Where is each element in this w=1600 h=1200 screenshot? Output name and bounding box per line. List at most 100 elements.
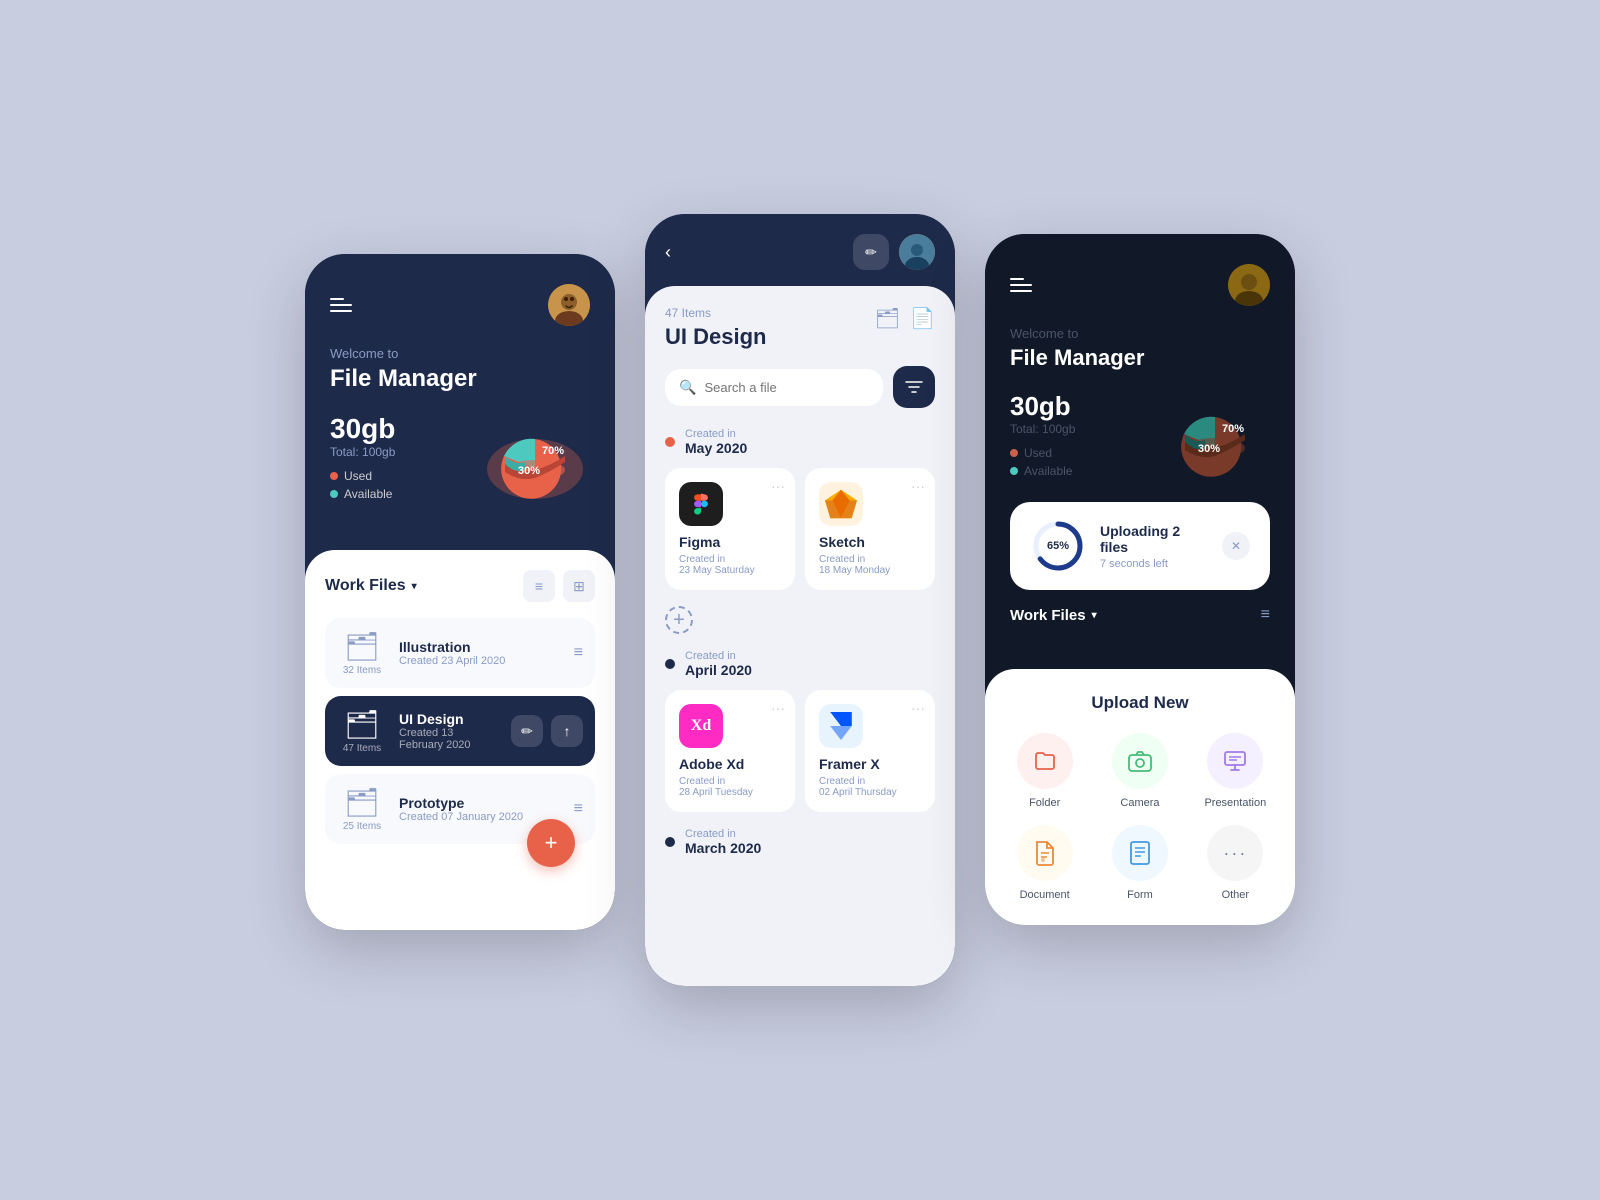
upload-document[interactable]: Document (1005, 825, 1084, 901)
timeline-april-header: Created in April 2020 (665, 650, 935, 678)
work-files-title: Work Files ▾ (325, 577, 417, 595)
action-icons: ✏ ↑ (511, 715, 583, 747)
file-info-proto: Prototype Created 07 January 2020 (399, 795, 562, 823)
phone-3: Welcome to File Manager 30gb Total: 100g… (985, 234, 1295, 925)
xd-date: 28 April Tuesday (679, 787, 781, 798)
card-menu-framer[interactable]: ··· (911, 700, 925, 716)
edit-button[interactable]: ✏ (853, 234, 889, 270)
timeline-march-labels: Created in March 2020 (685, 828, 761, 856)
legend-available: Available (330, 487, 450, 501)
file-card-figma[interactable]: ··· Figma Created in 23 (665, 468, 795, 590)
storage-total: Total: 100gb (330, 445, 450, 459)
file-card-xd[interactable]: ··· Xd Adobe Xd Created in 28 April Tues… (665, 690, 795, 812)
upload-form[interactable]: Form (1100, 825, 1179, 901)
card-menu-xd[interactable]: ··· (771, 700, 785, 716)
file-date-active: Created 13 February 2020 (399, 727, 499, 751)
storage-dark-info: 30gb Total: 100gb Used Available (1010, 391, 1130, 482)
sketch-date: 18 May Monday (819, 565, 921, 576)
upload-title: Uploading 2 files (1100, 523, 1208, 555)
timeline-may-header: Created in May 2020 (665, 428, 935, 456)
chevron-down-icon[interactable]: ▾ (412, 581, 417, 592)
items-count-active: 47 Items (343, 743, 381, 754)
created-in-label: Created in (685, 428, 747, 440)
timeline-may-labels: Created in May 2020 (685, 428, 747, 456)
hamburger-menu[interactable] (330, 298, 352, 312)
avail-dot (330, 490, 338, 498)
framer-date: 02 April Thursday (819, 787, 921, 798)
other-dots-icon: ··· (1223, 843, 1247, 864)
may-month: May 2020 (685, 440, 747, 456)
filter-button[interactable] (893, 366, 935, 408)
folder-icon: 🗂 (344, 630, 380, 663)
presentation-upload-icon-wrap (1207, 733, 1263, 789)
edit-icon[interactable]: ✏ (511, 715, 543, 747)
avatar[interactable] (548, 284, 590, 326)
welcome-dark: Welcome to (1010, 326, 1270, 341)
folder-upload-icon-wrap (1017, 733, 1073, 789)
add-file-button-may[interactable]: + (665, 606, 693, 634)
files-grid-may: ··· Figma Created in 23 (665, 468, 935, 590)
timeline-april-labels: Created in April 2020 (685, 650, 752, 678)
legend-dark-used: Used (1010, 446, 1130, 460)
grid-view-button[interactable]: ⊞ (563, 570, 595, 602)
avatar-phone2[interactable] (899, 234, 935, 270)
card-menu-sketch[interactable]: ··· (911, 478, 925, 494)
folder-type-icon[interactable]: 🗂 (875, 306, 900, 331)
plus-icon: + (545, 830, 558, 856)
pie-chart-1: 70% 30% (470, 414, 590, 504)
chevron-dark-icon[interactable]: ▾ (1092, 610, 1097, 621)
file-type-icon[interactable]: 📄 (910, 306, 935, 331)
timeline-may: Created in May 2020 ··· (665, 428, 935, 634)
figma-name: Figma (679, 534, 781, 550)
timeline-dot-may (665, 437, 675, 447)
add-file-button[interactable]: + (527, 819, 575, 867)
file-card-framer[interactable]: ··· Framer X Created in 02 April Thursda… (805, 690, 935, 812)
document-icon-upload (1034, 840, 1056, 866)
search-input[interactable] (704, 380, 869, 395)
framer-app-icon (819, 704, 863, 748)
framer-created-label: Created in (819, 776, 921, 787)
files-grid-april: ··· Xd Adobe Xd Created in 28 April Tues… (665, 690, 935, 812)
avatar-dark[interactable] (1228, 264, 1270, 306)
upload-other[interactable]: ··· Other (1196, 825, 1275, 901)
folder-title: UI Design (665, 324, 766, 350)
dark-avail-dot (1010, 467, 1018, 475)
card-menu-icon[interactable]: ··· (771, 478, 785, 494)
upload-presentation[interactable]: Presentation (1196, 733, 1275, 809)
file-menu-icon[interactable]: ≡ (574, 644, 583, 662)
svg-text:30%: 30% (518, 465, 540, 477)
list-view-button[interactable]: ≡ (523, 570, 555, 602)
folder-icon-proto: 🗂 (344, 786, 380, 819)
file-name-proto: Prototype (399, 795, 562, 811)
list-icon-dark[interactable]: ≡ (1261, 606, 1270, 624)
file-item-uidesign[interactable]: 🗂 47 Items UI Design Created 13 February… (325, 696, 595, 766)
file-icon-wrap-proto: 🗂 25 Items (337, 786, 387, 832)
storage-dark-section: 30gb Total: 100gb Used Available (1010, 391, 1270, 482)
upload-folder[interactable]: Folder (1005, 733, 1084, 809)
search-bar: 🔍 (665, 366, 935, 408)
share-icon[interactable]: ↑ (551, 715, 583, 747)
folder-icon-upload (1033, 749, 1057, 773)
work-files-dark-header: Work Files ▾ ≡ (1010, 606, 1270, 636)
svg-text:30%: 30% (1198, 443, 1220, 455)
upload-info: Uploading 2 files 7 seconds left (1100, 523, 1208, 570)
hamburger-menu-dark[interactable] (1010, 278, 1032, 292)
phone1-menu-bar (330, 284, 590, 326)
other-upload-icon-wrap: ··· (1207, 825, 1263, 881)
timeline-april: Created in April 2020 ··· Xd Adobe Xd Cr… (665, 650, 935, 812)
close-upload-button[interactable]: ✕ (1222, 532, 1250, 560)
presentation-label: Presentation (1204, 797, 1266, 809)
storage-used: 30gb (330, 413, 450, 445)
folder-icon-active: 🗂 (344, 708, 380, 741)
file-item-illustration[interactable]: 🗂 32 Items Illustration Created 23 April… (325, 618, 595, 688)
file-menu-proto[interactable]: ≡ (574, 800, 583, 818)
filter-icon (905, 379, 923, 395)
back-button[interactable]: ‹ (665, 242, 671, 263)
phone1-files-section: Work Files ▾ ≡ ⊞ 🗂 32 Items Illustration… (305, 550, 615, 930)
folder-label: Folder (1029, 797, 1060, 809)
file-card-sketch[interactable]: ··· Sketch Created (805, 468, 935, 590)
items-label: 47 Items (665, 306, 766, 320)
legend-dark-avail: Available (1010, 464, 1130, 478)
phone2-actions: ✏ (853, 234, 935, 270)
upload-camera[interactable]: Camera (1100, 733, 1179, 809)
